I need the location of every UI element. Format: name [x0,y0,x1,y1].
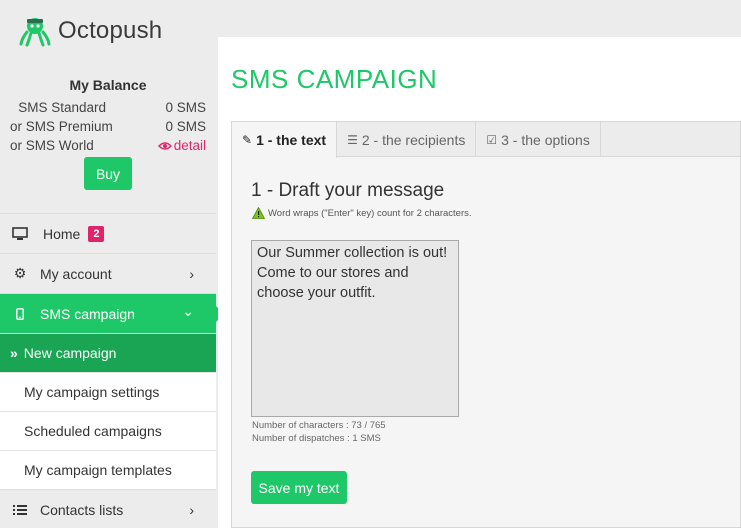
sidebar-subitem-campaign-settings[interactable]: My campaign settings [0,372,216,411]
sidebar-nav: Home 2 ⚙ My account › SMS campaign ⌄ » N… [0,213,224,528]
eye-icon [157,142,172,150]
brand-logo[interactable]: Octopush [18,14,162,48]
monitor-icon [0,226,40,241]
tab-bar: ✎ 1 - the text ☰ 2 - the recipients ☑ 3 … [232,122,740,158]
sidebar-item-label: My campaign templates [24,462,172,478]
list-icon: ☰ [347,132,358,147]
chevron-right-icon: › [189,502,194,518]
sidebar-item-label: Home [43,225,81,242]
brand-name: Octopush [58,17,163,44]
tab-text[interactable]: ✎ 1 - the text [232,122,338,158]
balance-title: My Balance [69,77,147,93]
main-panel: SMS CAMPAIGN ✎ 1 - the text ☰ 2 - the re… [218,37,741,528]
warning-icon [252,207,265,219]
sidebar-subitem-new-campaign[interactable]: » New campaign [0,333,216,372]
sidebar: Octopush My Balance SMS Standard 0 SMS o… [0,0,224,528]
sidebar-item-label: My account [40,265,112,282]
tab-label: 2 - the recipients [361,131,466,148]
word-wrap-hint: Word wraps ("Enter" key) count for 2 cha… [252,207,472,219]
save-text-button[interactable]: Save my text [251,471,347,504]
balance-label: SMS Standard [18,100,106,115]
notification-badge: 2 [88,225,105,242]
balance-row-world: or SMS World detail [10,138,206,153]
detail-label: detail [173,138,206,153]
balance-value: 0 SMS [165,119,206,134]
balance-value: 0 SMS [165,100,206,115]
mobile-phone-icon [0,307,40,320]
sidebar-item-label: Contacts lists [40,501,124,518]
sidebar-item-sms-campaign[interactable]: SMS campaign ⌄ [0,293,224,333]
campaign-wizard: ✎ 1 - the text ☰ 2 - the recipients ☑ 3 … [231,121,741,528]
tab-options[interactable]: ☑ 3 - the options [476,122,601,157]
chevron-down-icon: ⌄ [182,303,194,319]
checkbox-icon: ☑ [486,132,498,147]
sidebar-item-label: SMS campaign [40,305,135,322]
buy-button[interactable]: Buy [84,157,132,190]
detail-link[interactable]: detail [157,138,206,153]
balance-label: or SMS Premium [10,119,113,134]
octopus-logo-icon [19,18,51,47]
sidebar-item-label: Scheduled campaigns [24,423,162,439]
hint-text: Word wraps ("Enter" key) count for 2 cha… [268,207,472,219]
tab-label: 1 - the text [256,132,327,148]
pencil-icon: ✎ [242,133,253,147]
section-title: 1 - Draft your message [251,180,445,201]
sidebar-item-contacts-lists[interactable]: Contacts lists › [0,489,216,528]
balance-label: or SMS World [10,138,94,153]
tab-label: 3 - the options [501,131,590,148]
balance-row-standard: SMS Standard 0 SMS [10,100,206,115]
character-count: Number of characters : 73 / 765 [252,420,386,431]
page-title: SMS CAMPAIGN [231,64,438,94]
balance-row-premium: or SMS Premium 0 SMS [10,119,206,134]
sidebar-item-label: New campaign [23,345,117,361]
sidebar-subitem-campaign-templates[interactable]: My campaign templates [0,450,216,489]
list-icon [0,504,40,516]
sidebar-item-account[interactable]: ⚙ My account › [0,253,216,293]
message-textarea[interactable]: Our Summer collection is out! Come to ou… [251,240,459,417]
sidebar-item-label: My campaign settings [24,384,160,400]
double-chevron-right-icon: » [10,345,18,361]
chevron-right-icon: › [189,266,194,282]
sidebar-item-home[interactable]: Home 2 [0,213,216,253]
tab-recipients[interactable]: ☰ 2 - the recipients [337,122,477,157]
gear-icon: ⚙ [13,265,27,281]
sidebar-subitem-scheduled-campaigns[interactable]: Scheduled campaigns [0,411,216,450]
dispatch-count: Number of dispatches : 1 SMS [252,433,381,444]
